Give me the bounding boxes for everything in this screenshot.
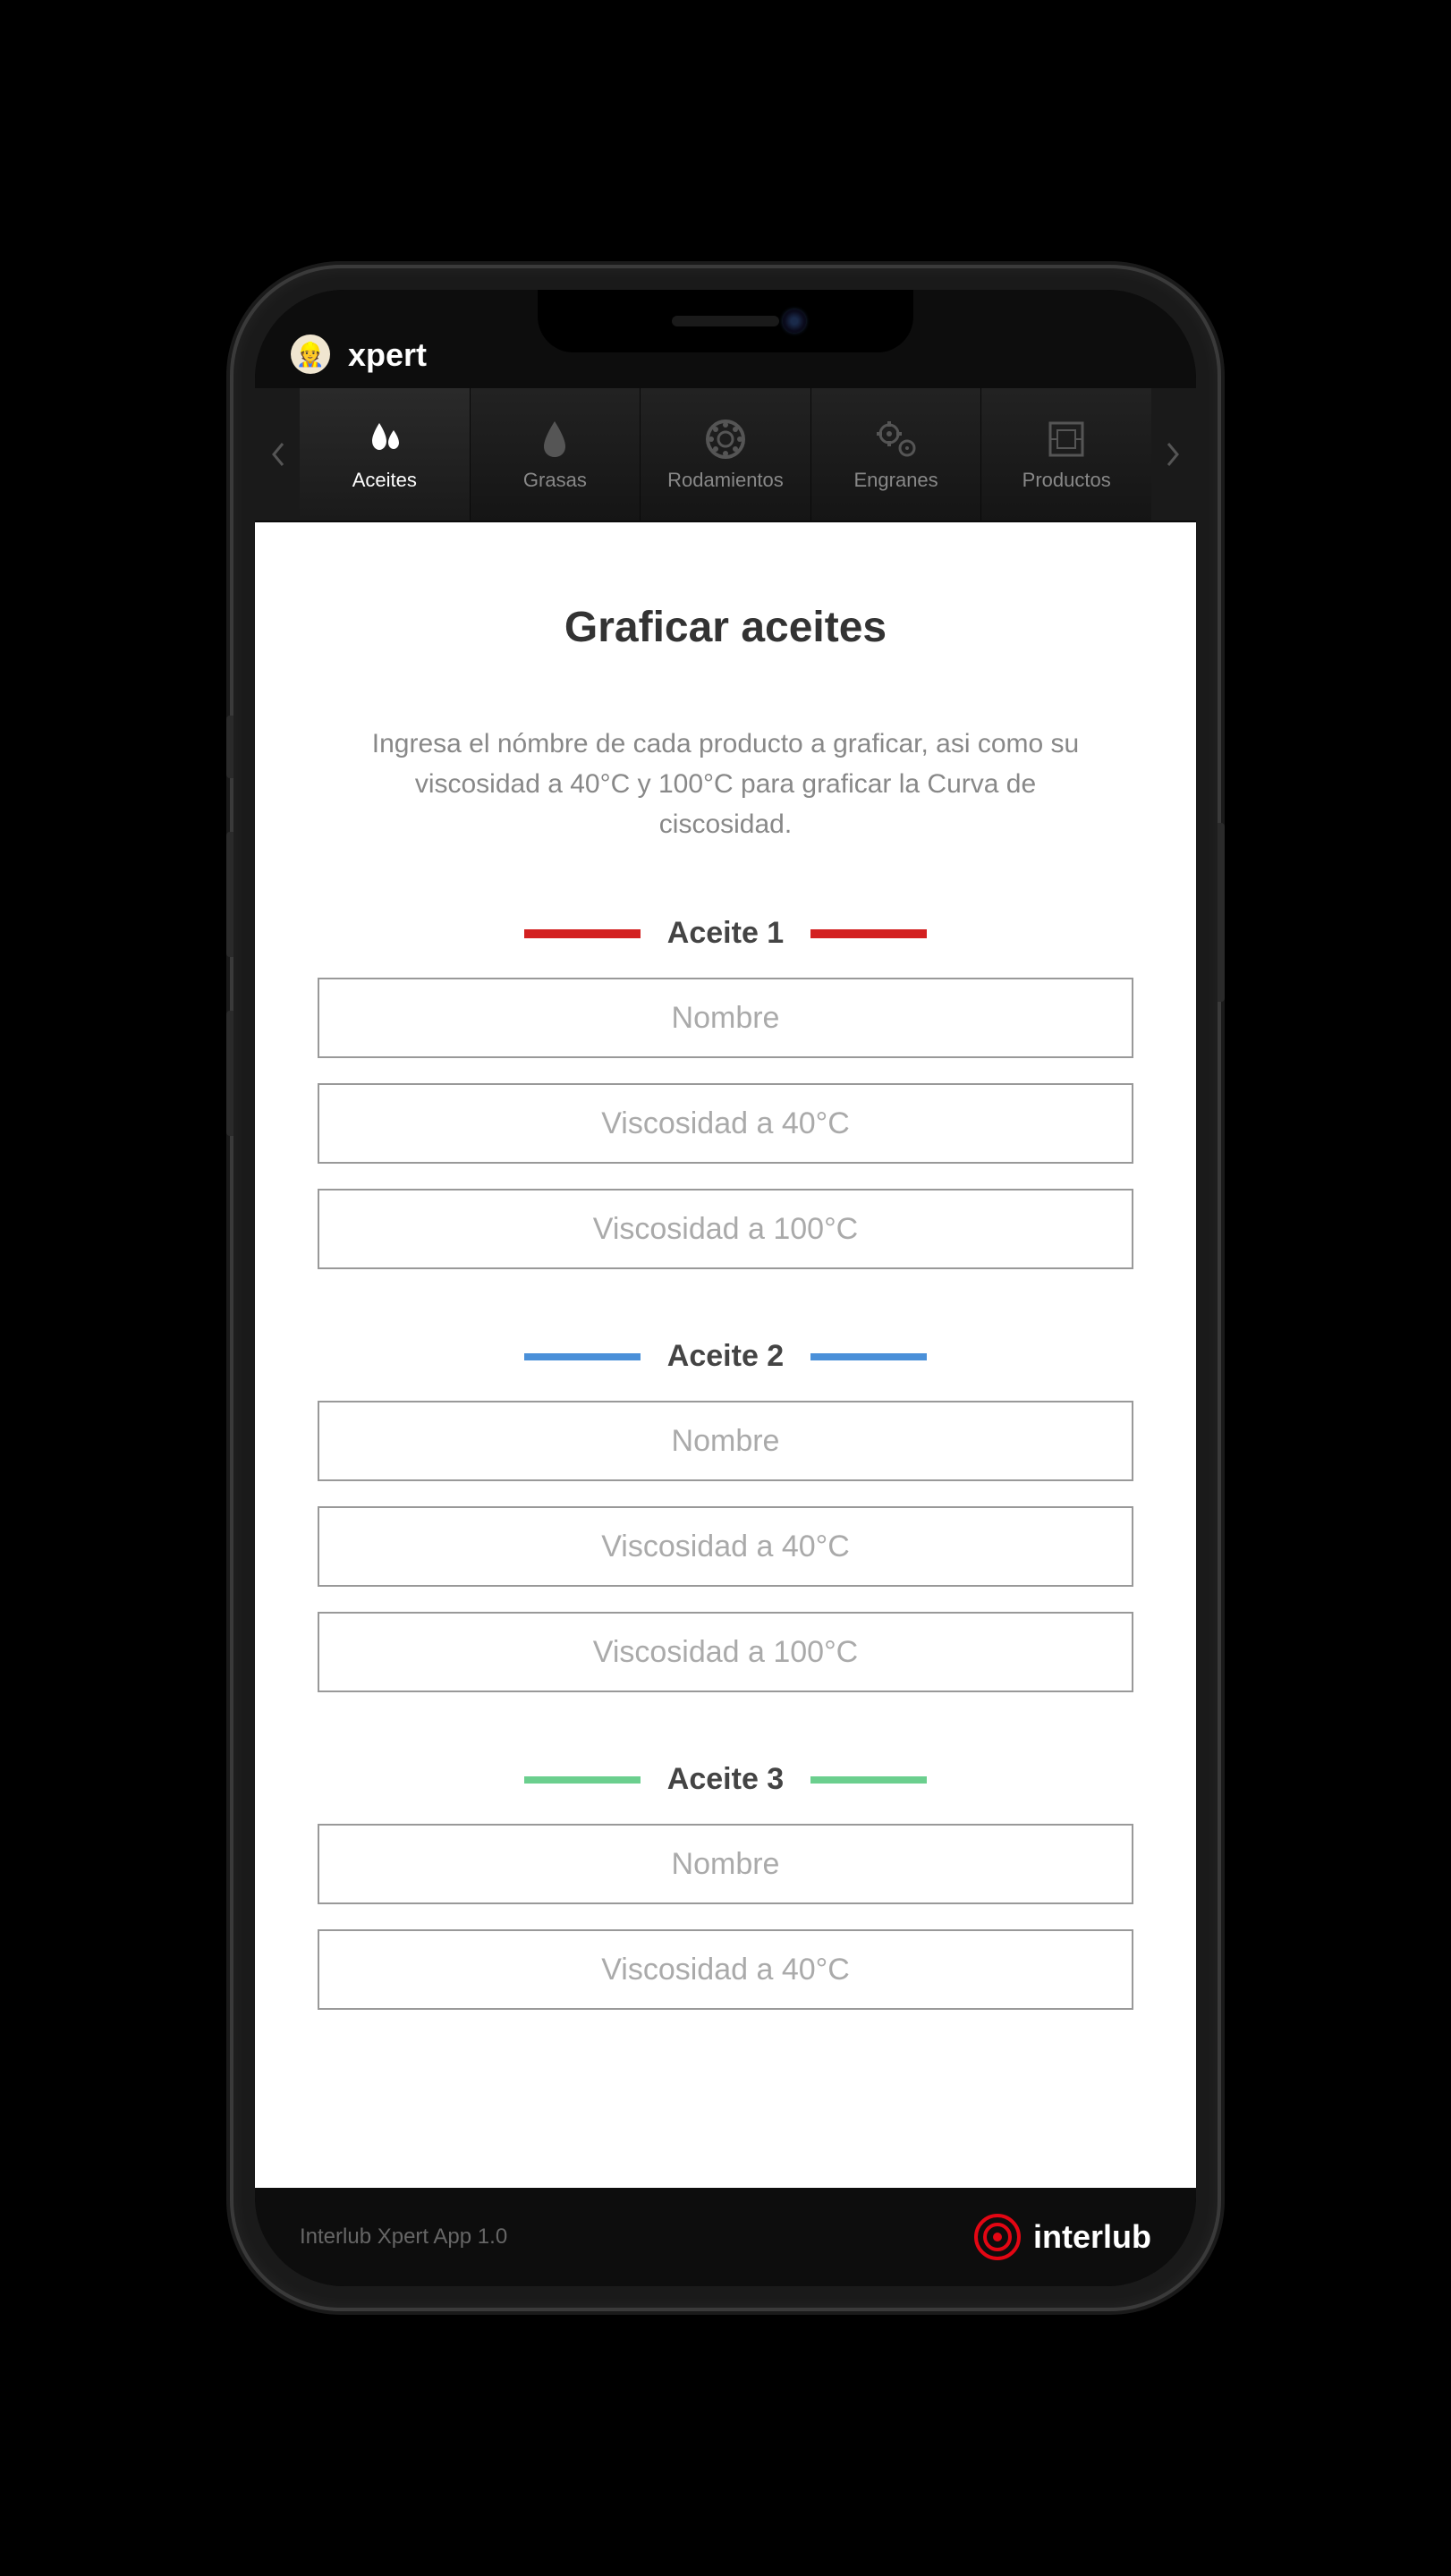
tab-label: Productos bbox=[1022, 469, 1111, 492]
drop-icon bbox=[539, 417, 571, 462]
side-buttons-right bbox=[1218, 823, 1225, 1002]
tab-productos[interactable]: Productos bbox=[981, 388, 1151, 521]
interlub-logo-icon bbox=[974, 2214, 1021, 2260]
bearing-icon bbox=[704, 417, 747, 462]
tab-engranes[interactable]: Engranes bbox=[811, 388, 982, 521]
drops-icon bbox=[363, 417, 406, 462]
color-line-icon bbox=[810, 1776, 927, 1784]
color-line-icon bbox=[524, 929, 641, 938]
color-line-icon bbox=[810, 929, 927, 938]
content-area[interactable]: Graficar aceites Ingresa el nómbre de ca… bbox=[255, 522, 1196, 2188]
tab-label: Rodamientos bbox=[667, 469, 784, 492]
oil2-name-input[interactable] bbox=[318, 1401, 1133, 1481]
oil3-visc40-input[interactable] bbox=[318, 1929, 1133, 2010]
chevron-right-icon bbox=[1167, 442, 1181, 467]
oil2-visc40-input[interactable] bbox=[318, 1506, 1133, 1587]
oil1-visc40-input[interactable] bbox=[318, 1083, 1133, 1164]
oil-section-3: Aceite 3 bbox=[318, 1762, 1133, 2035]
app-logo-icon: 👷 bbox=[291, 335, 330, 374]
speaker-icon bbox=[672, 316, 779, 326]
color-line-icon bbox=[810, 1353, 927, 1360]
oil1-name-input[interactable] bbox=[318, 978, 1133, 1058]
tabs-next-button[interactable] bbox=[1151, 388, 1196, 521]
chevron-left-icon bbox=[270, 442, 284, 467]
oil3-name-input[interactable] bbox=[318, 1824, 1133, 1904]
footer-brand: interlub bbox=[974, 2214, 1151, 2260]
oil-heading-3: Aceite 3 bbox=[318, 1762, 1133, 1797]
tabs-bar: Aceites Grasas Rodamientos bbox=[255, 388, 1196, 522]
instructions-text: Ingresa el nómbre de cada producto a gra… bbox=[318, 724, 1133, 844]
app-footer: Interlub Xpert App 1.0 interlub bbox=[255, 2188, 1196, 2286]
oil2-visc100-input[interactable] bbox=[318, 1612, 1133, 1692]
tab-grasas[interactable]: Grasas bbox=[471, 388, 641, 521]
oil-label: Aceite 2 bbox=[667, 1339, 784, 1374]
oil-label: Aceite 1 bbox=[667, 916, 784, 951]
tab-label: Grasas bbox=[523, 469, 587, 492]
phone-notch bbox=[538, 290, 913, 352]
oil1-visc100-input[interactable] bbox=[318, 1189, 1133, 1269]
color-line-icon bbox=[524, 1776, 641, 1784]
oil-heading-2: Aceite 2 bbox=[318, 1339, 1133, 1374]
page-title: Graficar aceites bbox=[318, 603, 1133, 652]
phone-screen: 👷 xpert Aceites Grasas bbox=[255, 290, 1196, 2286]
brand-text: interlub bbox=[1033, 2218, 1151, 2256]
blueprint-icon bbox=[1045, 417, 1088, 462]
footer-version: Interlub Xpert App 1.0 bbox=[300, 2224, 507, 2250]
tab-label: Engranes bbox=[853, 469, 938, 492]
oil-section-2: Aceite 2 bbox=[318, 1339, 1133, 1717]
oil-label: Aceite 3 bbox=[667, 1762, 784, 1797]
oil-heading-1: Aceite 1 bbox=[318, 916, 1133, 951]
color-line-icon bbox=[524, 1353, 641, 1360]
tabs-prev-button[interactable] bbox=[255, 388, 300, 521]
tab-aceites[interactable]: Aceites bbox=[300, 388, 471, 521]
side-buttons-left bbox=[226, 716, 233, 1190]
phone-frame: 👷 xpert Aceites Grasas bbox=[233, 268, 1218, 2308]
camera-icon bbox=[783, 309, 806, 333]
tab-rodamientos[interactable]: Rodamientos bbox=[641, 388, 811, 521]
gears-icon bbox=[873, 417, 920, 462]
tab-label: Aceites bbox=[352, 469, 417, 492]
app-title: xpert bbox=[348, 336, 427, 374]
oil-section-1: Aceite 1 bbox=[318, 916, 1133, 1294]
